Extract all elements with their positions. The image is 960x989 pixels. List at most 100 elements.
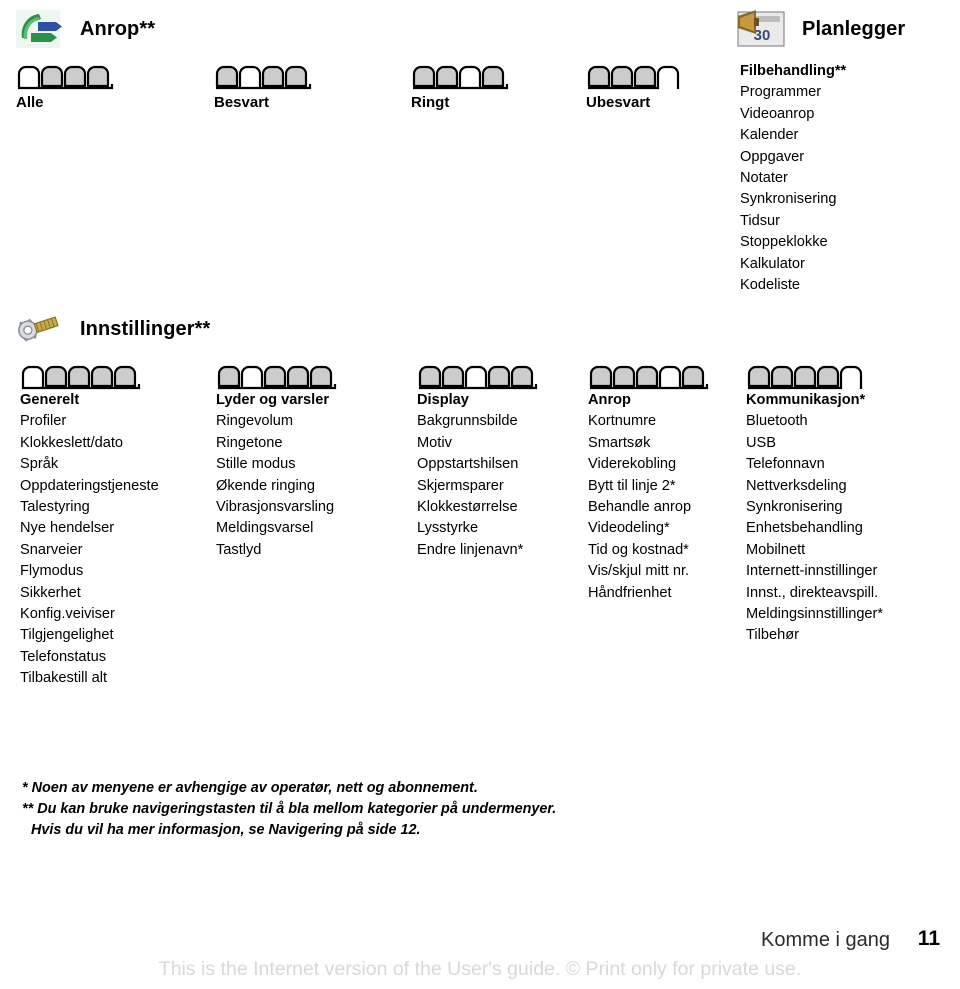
list-item[interactable]: Ringevolum bbox=[216, 411, 342, 432]
tabs-5-selected-2[interactable] bbox=[216, 364, 342, 390]
organizer-icon: 30 bbox=[736, 8, 788, 50]
tabs-4-selected-3[interactable] bbox=[411, 64, 515, 90]
tab-group-label-alle: Alle bbox=[16, 94, 44, 111]
list-item[interactable]: Viderekobling bbox=[588, 454, 714, 475]
settings-column-header: Display bbox=[417, 392, 469, 408]
list-item[interactable]: Kalkulator bbox=[740, 254, 846, 275]
list-item[interactable]: Bluetooth bbox=[746, 411, 883, 432]
list-item[interactable]: Telefonstatus bbox=[20, 647, 159, 668]
tabs-5-selected-5[interactable] bbox=[746, 364, 883, 390]
tab-group-label-ubesvart: Ubesvart bbox=[586, 94, 651, 111]
list-item[interactable]: Internett-innstillinger bbox=[746, 561, 883, 582]
tabs-4-selected-2[interactable] bbox=[214, 64, 318, 90]
list-item[interactable]: Telefonnavn bbox=[746, 454, 883, 475]
list-item[interactable]: Kortnumre bbox=[588, 411, 714, 432]
tabs-5-selected-4[interactable] bbox=[588, 364, 714, 390]
list-item[interactable]: Videoanrop bbox=[740, 104, 846, 125]
list-item[interactable]: Tidsur bbox=[740, 211, 846, 232]
list-item[interactable]: Ringetone bbox=[216, 433, 342, 454]
section-header-planlegger: 30 Planlegger bbox=[736, 8, 905, 50]
list-item[interactable]: Nye hendelser bbox=[20, 518, 159, 539]
settings-column-lyder-og-varsler: Lyder og varsler Ringevolum Ringetone St… bbox=[216, 364, 342, 561]
section-header-innstillinger: Innstillinger** bbox=[14, 308, 210, 350]
tab-group-label-besvart: Besvart bbox=[214, 94, 270, 111]
section-title-innstillinger: Innstillinger** bbox=[80, 317, 211, 340]
list-item[interactable]: Synkronisering bbox=[746, 497, 883, 518]
list-item[interactable]: Notater bbox=[740, 168, 846, 189]
tabs-5-selected-1[interactable] bbox=[20, 364, 159, 390]
list-item[interactable]: Snarveier bbox=[20, 540, 159, 561]
list-item[interactable]: Kodeliste bbox=[740, 275, 846, 296]
list-item[interactable]: Klokkeslett/dato bbox=[20, 433, 159, 454]
list-item[interactable]: Vibrasjonsvarsling bbox=[216, 497, 342, 518]
list-item[interactable]: Smartsøk bbox=[588, 433, 714, 454]
list-item[interactable]: Stille modus bbox=[216, 454, 342, 475]
list-item[interactable]: Språk bbox=[20, 454, 159, 475]
list-item[interactable]: Enhetsbehandling bbox=[746, 518, 883, 539]
tabs-4-selected-4[interactable] bbox=[586, 64, 690, 90]
footnotes: * Noen av menyene er avhengige av operat… bbox=[22, 778, 556, 841]
list-item[interactable]: Programmer bbox=[740, 82, 846, 103]
list-item[interactable]: Profiler bbox=[20, 411, 159, 432]
list-item[interactable]: Oppstartshilsen bbox=[417, 454, 543, 475]
list-item[interactable]: Meldingsinnstillinger* bbox=[746, 604, 883, 625]
list-item[interactable]: Kalender bbox=[740, 125, 846, 146]
list-item[interactable]: Tilbehør bbox=[746, 625, 883, 646]
list-item[interactable]: Nettverksdeling bbox=[746, 476, 883, 497]
list-item[interactable]: Håndfrienhet bbox=[588, 583, 714, 604]
svg-text:30: 30 bbox=[754, 27, 771, 44]
settings-column-header: Generelt bbox=[20, 392, 80, 408]
list-item[interactable]: Meldingsvarsel bbox=[216, 518, 342, 539]
list-item[interactable]: Oppgaver bbox=[740, 147, 846, 168]
list-item[interactable]: Innst., direkteavspill. bbox=[746, 583, 883, 604]
settings-column-header: Kommunikasjon* bbox=[746, 392, 866, 408]
planlegger-menu-list: Filbehandling** Programmer Videoanrop Ka… bbox=[740, 61, 846, 296]
list-item[interactable]: Økende ringing bbox=[216, 476, 342, 497]
list-item[interactable]: Bakgrunnsbilde bbox=[417, 411, 543, 432]
section-title-anrop: Anrop** bbox=[80, 17, 156, 40]
tab-group-label-ringt: Ringt bbox=[411, 94, 450, 111]
list-item[interactable]: Behandle anrop bbox=[588, 497, 714, 518]
list-item[interactable]: Stoppeklokke bbox=[740, 232, 846, 253]
settings-column-header: Anrop bbox=[588, 392, 631, 408]
list-item[interactable]: Tastlyd bbox=[216, 540, 342, 561]
tabs-5-selected-3[interactable] bbox=[417, 364, 543, 390]
list-item[interactable]: Skjermsparer bbox=[417, 476, 543, 497]
list-item[interactable]: Tilgjengelighet bbox=[20, 625, 159, 646]
tab-group-besvart[interactable]: Besvart bbox=[214, 64, 318, 111]
list-item[interactable]: Klokkestørrelse bbox=[417, 497, 543, 518]
list-item[interactable]: Lysstyrke bbox=[417, 518, 543, 539]
list-item[interactable]: Tilbakestill alt bbox=[20, 668, 159, 689]
tab-group-ringt[interactable]: Ringt bbox=[411, 64, 515, 111]
settings-column-kommunikasjon: Kommunikasjon* Bluetooth USB Telefonnavn… bbox=[746, 364, 883, 647]
list-item[interactable]: Konfig.veiviser bbox=[20, 604, 159, 625]
footnote-double-asterisk: ** Du kan bruke navigeringstasten til å … bbox=[22, 801, 557, 817]
list-item[interactable]: Talestyring bbox=[20, 497, 159, 518]
settings-column-generelt: Generelt Profiler Klokkeslett/dato Språk… bbox=[20, 364, 159, 690]
list-item[interactable]: Oppdateringstjeneste bbox=[20, 476, 159, 497]
footer-page-number: 11 bbox=[917, 927, 940, 950]
list-item[interactable]: Videodeling* bbox=[588, 518, 714, 539]
list-item[interactable]: Synkronisering bbox=[740, 189, 846, 210]
call-log-icon bbox=[14, 8, 66, 50]
list-item[interactable]: Tid og kostnad* bbox=[588, 540, 714, 561]
list-item[interactable]: Filbehandling** bbox=[740, 61, 846, 82]
list-item[interactable]: USB bbox=[746, 433, 883, 454]
list-item[interactable]: Mobilnett bbox=[746, 540, 883, 561]
section-header-anrop: Anrop** bbox=[14, 8, 155, 50]
list-item[interactable]: Flymodus bbox=[20, 561, 159, 582]
tab-group-alle[interactable]: Alle bbox=[16, 64, 120, 111]
tabs-4-selected-1[interactable] bbox=[16, 64, 120, 90]
list-item[interactable]: Sikkerhet bbox=[20, 583, 159, 604]
list-item[interactable]: Motiv bbox=[417, 433, 543, 454]
footnote-single-asterisk: * Noen av menyene er avhengige av operat… bbox=[22, 780, 478, 796]
list-item[interactable]: Vis/skjul mitt nr. bbox=[588, 561, 714, 582]
list-item[interactable]: Bytt til linje 2* bbox=[588, 476, 714, 497]
list-item[interactable]: Endre linjenavn* bbox=[417, 540, 543, 561]
section-title-planlegger: Planlegger bbox=[802, 17, 906, 40]
settings-column-header: Lyder og varsler bbox=[216, 392, 330, 408]
tab-group-ubesvart[interactable]: Ubesvart bbox=[586, 64, 690, 111]
footer-watermark: This is the Internet version of the User… bbox=[158, 958, 802, 980]
settings-column-anrop: Anrop Kortnumre Smartsøk Viderekobling B… bbox=[588, 364, 714, 604]
footer-chapter-title: Komme i gang bbox=[761, 929, 890, 951]
